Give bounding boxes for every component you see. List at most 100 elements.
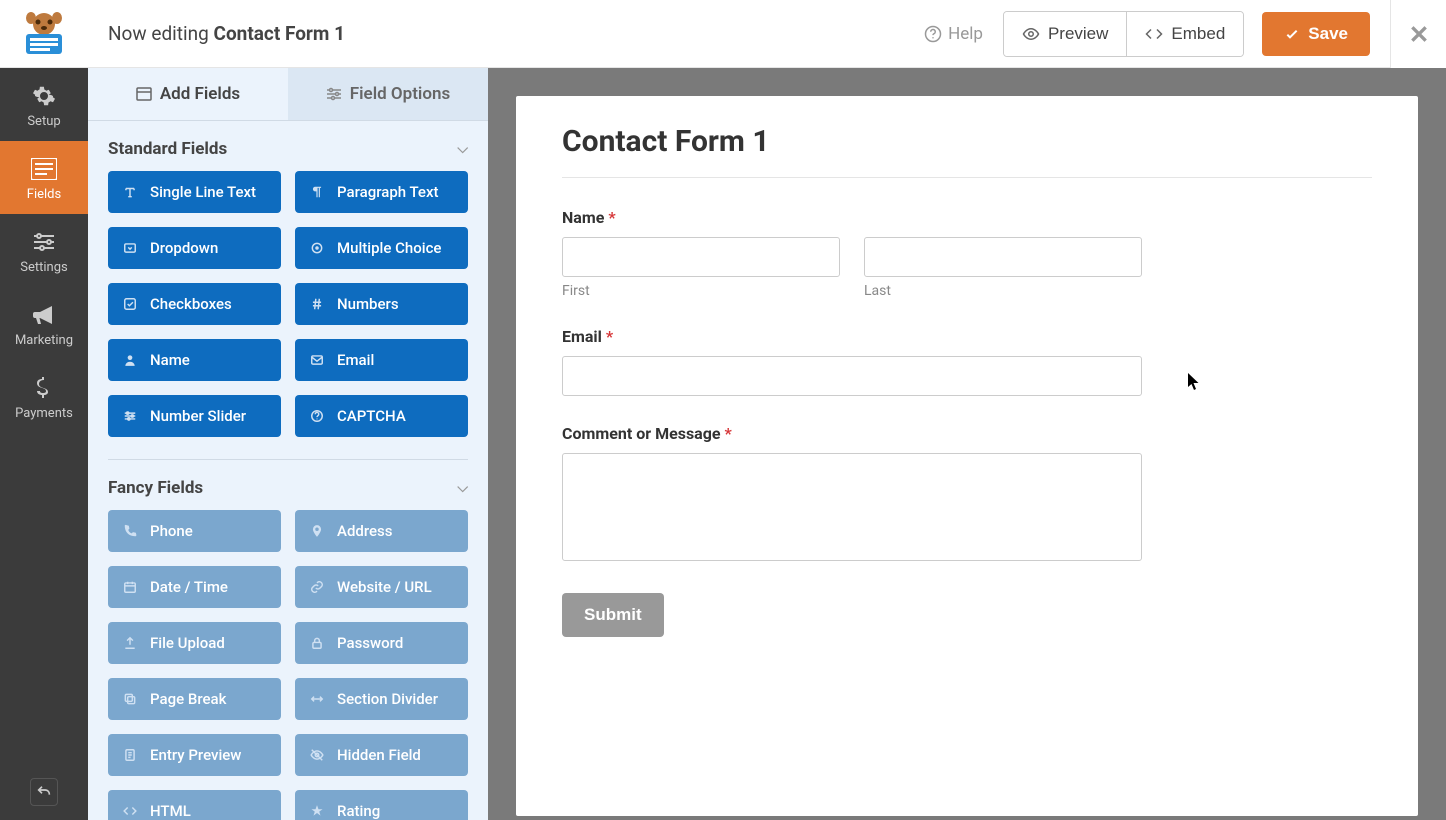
- comment-textarea[interactable]: [562, 453, 1142, 561]
- field-chip-website-url[interactable]: Website / URL: [295, 566, 468, 608]
- text-icon: [122, 184, 138, 200]
- field-chip-multiple-choice[interactable]: Multiple Choice: [295, 227, 468, 269]
- field-options-icon: [326, 87, 342, 101]
- rail-item-fields[interactable]: Fields: [0, 141, 88, 214]
- field-chip-entry-preview[interactable]: Entry Preview: [108, 734, 281, 776]
- rail-footer: [0, 764, 88, 820]
- form-preview-card: Contact Form 1 Name * First Last Email *…: [516, 96, 1418, 816]
- pin-icon: [309, 523, 325, 539]
- field-chip-file-upload[interactable]: File Upload: [108, 622, 281, 664]
- dot-icon: [309, 240, 325, 256]
- star-icon: [309, 803, 325, 819]
- first-sublabel: First: [562, 283, 840, 299]
- fields-sidebar: Add Fields Field Options Standard Fields…: [88, 68, 488, 820]
- comment-label: Comment or Message *: [562, 424, 1142, 443]
- last-name-input[interactable]: [864, 237, 1142, 277]
- chevron-down-icon: ⌵: [457, 480, 468, 496]
- app-logo: [0, 12, 88, 56]
- section-header[interactable]: Standard Fields⌵: [108, 121, 468, 171]
- form-title[interactable]: Contact Form 1: [562, 124, 1372, 159]
- chevron-down-icon: ⌵: [457, 141, 468, 157]
- submit-button[interactable]: Submit: [562, 593, 664, 637]
- editing-form-name: Contact Form 1: [214, 22, 345, 45]
- field-chip-page-break[interactable]: Page Break: [108, 678, 281, 720]
- email-input[interactable]: [562, 356, 1142, 396]
- field-chip-rating[interactable]: Rating: [295, 790, 468, 820]
- field-chip-phone[interactable]: Phone: [108, 510, 281, 552]
- email-label: Email *: [562, 327, 1142, 346]
- code-icon: [122, 803, 138, 819]
- lock-icon: [309, 635, 325, 651]
- divider: [562, 177, 1372, 178]
- upload-icon: [122, 635, 138, 651]
- calendar-icon: [122, 579, 138, 595]
- undo-icon: [36, 784, 52, 800]
- caret-down-icon: [122, 240, 138, 256]
- sliders-icon: [0, 230, 88, 254]
- field-name[interactable]: Name * First Last: [562, 208, 1142, 299]
- editing-prefix: Now editing: [108, 22, 214, 45]
- field-chip-number-slider[interactable]: Number Slider: [108, 395, 281, 437]
- arrows-icon: [309, 691, 325, 707]
- last-sublabel: Last: [864, 283, 1142, 299]
- name-label: Name *: [562, 208, 1142, 227]
- field-chip-hidden-field[interactable]: Hidden Field: [295, 734, 468, 776]
- top-bar: Now editing Contact Form 1 Help Preview …: [0, 0, 1390, 68]
- slider-icon: [122, 408, 138, 424]
- help-link[interactable]: Help: [924, 24, 983, 44]
- field-chip-dropdown[interactable]: Dropdown: [108, 227, 281, 269]
- check-icon: [1284, 26, 1300, 42]
- section-header[interactable]: Fancy Fields⌵: [108, 460, 468, 510]
- gear-icon: [0, 84, 88, 108]
- undo-button[interactable]: [30, 778, 58, 806]
- user-icon: [122, 352, 138, 368]
- field-chip-email[interactable]: Email: [295, 339, 468, 381]
- tab-add-fields[interactable]: Add Fields: [88, 68, 288, 120]
- check-icon: [122, 296, 138, 312]
- help-text: Help: [948, 24, 983, 44]
- preview-button[interactable]: Preview: [1004, 12, 1126, 56]
- rail-item-setup[interactable]: Setup: [0, 68, 88, 141]
- field-chip-date-time[interactable]: Date / Time: [108, 566, 281, 608]
- question-icon: [309, 408, 325, 424]
- field-chip-password[interactable]: Password: [295, 622, 468, 664]
- link-icon: [309, 579, 325, 595]
- editing-label: Now editing Contact Form 1: [108, 22, 924, 45]
- preview-embed-group: Preview Embed: [1003, 11, 1244, 57]
- help-icon: [924, 25, 942, 43]
- eye-off-icon: [309, 747, 325, 763]
- close-icon: [1409, 24, 1429, 44]
- field-chip-html[interactable]: HTML: [108, 790, 281, 820]
- field-email[interactable]: Email *: [562, 327, 1142, 396]
- rail-item-settings[interactable]: Settings: [0, 214, 88, 287]
- rail-item-marketing[interactable]: Marketing: [0, 287, 88, 360]
- hash-icon: [309, 296, 325, 312]
- field-chip-captcha[interactable]: CAPTCHA: [295, 395, 468, 437]
- first-name-input[interactable]: [562, 237, 840, 277]
- field-comment[interactable]: Comment or Message *: [562, 424, 1142, 565]
- save-button[interactable]: Save: [1262, 12, 1370, 56]
- embed-button[interactable]: Embed: [1126, 12, 1243, 56]
- field-chip-checkboxes[interactable]: Checkboxes: [108, 283, 281, 325]
- doc-icon: [122, 747, 138, 763]
- field-chip-section-divider[interactable]: Section Divider: [295, 678, 468, 720]
- field-chip-paragraph-text[interactable]: Paragraph Text: [295, 171, 468, 213]
- code-icon: [1145, 25, 1163, 43]
- left-rail: Setup Fields Settings Marketing Payments: [0, 68, 88, 820]
- tab-field-options[interactable]: Field Options: [288, 68, 488, 120]
- form-canvas: Contact Form 1 Name * First Last Email *…: [488, 68, 1446, 820]
- field-chip-name[interactable]: Name: [108, 339, 281, 381]
- copy-icon: [122, 691, 138, 707]
- field-chip-address[interactable]: Address: [295, 510, 468, 552]
- paragraph-icon: [309, 184, 325, 200]
- rail-item-payments[interactable]: Payments: [0, 360, 88, 433]
- phone-icon: [122, 523, 138, 539]
- field-chip-single-line-text[interactable]: Single Line Text: [108, 171, 281, 213]
- wpforms-logo-icon: [16, 12, 72, 56]
- field-chip-numbers[interactable]: Numbers: [295, 283, 468, 325]
- sidebar-tabs: Add Fields Field Options: [88, 68, 488, 121]
- close-button[interactable]: [1390, 0, 1446, 68]
- form-icon: [0, 157, 88, 181]
- eye-icon: [1022, 25, 1040, 43]
- mail-icon: [309, 352, 325, 368]
